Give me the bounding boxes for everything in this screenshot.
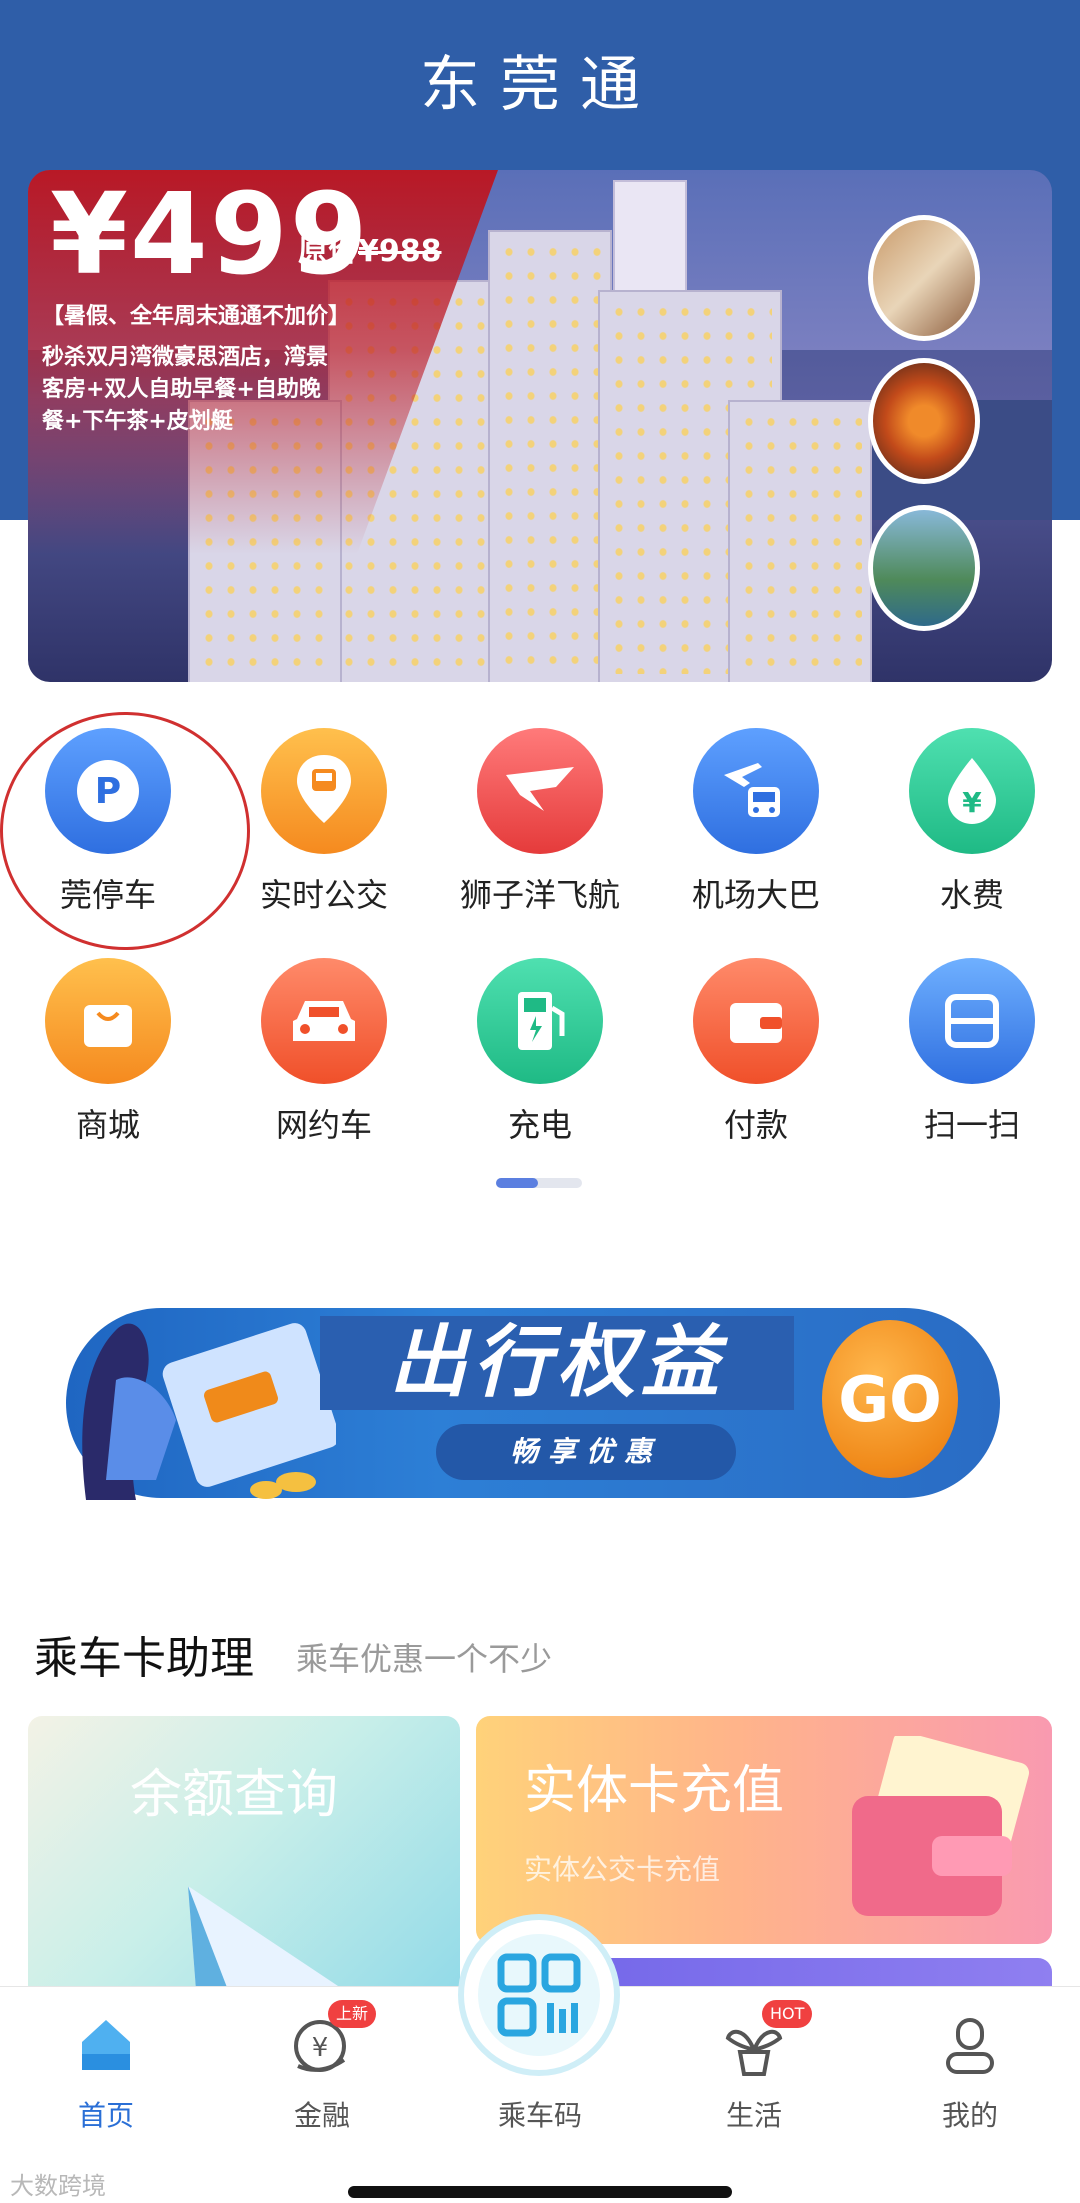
water-drop-yen-icon: ¥ xyxy=(909,728,1035,854)
grid-item-ride-hailing[interactable]: 网约车 xyxy=(216,958,432,1144)
card-subtitle: 实体公交卡充值 xyxy=(524,1853,721,1886)
hotel-tower-top xyxy=(613,180,687,304)
car-icon xyxy=(261,958,387,1084)
grid-label: 充电 xyxy=(507,1106,572,1144)
original-price-value: ¥988 xyxy=(358,234,442,269)
card-title: 余额查询 xyxy=(130,1765,339,1825)
nav-label: 首页 xyxy=(77,2099,134,2132)
nav-label: 乘车码 xyxy=(497,2099,582,2132)
charging-station-icon xyxy=(477,958,603,1084)
home-indicator xyxy=(348,2186,732,2198)
airport-bus-icon xyxy=(693,728,819,854)
travel-banner-subtitle: 畅享优惠 xyxy=(436,1424,736,1480)
promo-original-price: 原价¥988 xyxy=(298,226,442,270)
hotel-room-photo xyxy=(868,215,980,341)
svg-text:¥: ¥ xyxy=(312,2033,329,2063)
app-title: 东莞通 xyxy=(420,50,660,120)
svg-text:¥: ¥ xyxy=(962,786,982,819)
hotel-tower xyxy=(488,230,612,682)
shopping-bag-icon xyxy=(45,958,171,1084)
kayak-photo xyxy=(868,505,980,631)
watermark: 大数跨境 xyxy=(10,2172,106,2200)
ferry-logo-icon xyxy=(477,728,603,854)
promo-description: 秒杀双月湾微豪思酒店，湾景客房+双人自助早餐+自助晚餐+下午茶+皮划艇 xyxy=(42,345,329,434)
grid-label: 付款 xyxy=(723,1106,788,1144)
go-button[interactable]: GO xyxy=(822,1320,958,1478)
nav-item-ride-code[interactable]: 乘车码 xyxy=(470,2010,610,2132)
grid-label: 商城 xyxy=(75,1106,140,1144)
nav-label: 我的 xyxy=(941,2099,998,2132)
grid-item-payment[interactable]: 付款 xyxy=(648,958,864,1144)
travel-banner-title: 出行权益 xyxy=(320,1316,794,1410)
buffet-photo xyxy=(868,358,980,484)
grid-page-indicator xyxy=(496,1178,582,1188)
bus-location-icon xyxy=(261,728,387,854)
nav-label: 生活 xyxy=(725,2099,782,2132)
grid-item-airport-bus[interactable]: 机场大巴 xyxy=(648,728,864,914)
grid-item-charging[interactable]: 充电 xyxy=(432,958,648,1144)
section-subtitle: 乘车优惠一个不少 xyxy=(296,1640,553,1678)
section-title: 乘车卡助理 xyxy=(34,1633,254,1684)
nav-item-life[interactable]: HOT 生活 xyxy=(684,2000,824,2132)
grid-label: 网约车 xyxy=(275,1106,372,1144)
highlight-ring xyxy=(0,712,250,950)
home-icon xyxy=(82,2020,130,2070)
nav-label: 金融 xyxy=(293,2099,350,2132)
grid-item-water-bill[interactable]: ¥ 水费 xyxy=(864,728,1080,914)
grid-label: 水费 xyxy=(939,876,1004,914)
grid-label: 实时公交 xyxy=(259,876,388,914)
original-price-label: 原价 xyxy=(298,234,358,269)
travel-illustration xyxy=(82,1323,336,1500)
nav-item-home[interactable]: 首页 xyxy=(36,2010,176,2132)
hot-badge: HOT xyxy=(762,2000,813,2028)
card-wallet-illustration xyxy=(852,1736,1030,1916)
user-icon xyxy=(946,2018,994,2074)
grid-item-mall[interactable]: 商城 xyxy=(0,958,216,1144)
hero-banner[interactable]: ¥499 原价¥988 【暑假、全年周末通通不加价】 秒杀双月湾微豪思酒店，湾景… xyxy=(28,170,1052,682)
card-recharge-card[interactable]: 实体卡充值 实体公交卡充值 xyxy=(476,1716,1052,1944)
promo-tagline: 【暑假、全年周末通通不加价】 xyxy=(42,304,351,329)
new-badge: 上新 xyxy=(328,2000,377,2028)
page-indicator-active xyxy=(496,1178,538,1188)
wallet-icon xyxy=(693,958,819,1084)
grid-item-scan[interactable]: 扫一扫 xyxy=(864,958,1080,1144)
nav-item-mine[interactable]: 我的 xyxy=(900,2010,1040,2132)
balance-query-card[interactable]: 余额查询 xyxy=(28,1716,460,2016)
card-title: 实体卡充值 xyxy=(524,1761,785,1821)
grid-label: 机场大巴 xyxy=(691,876,820,914)
grid-label: 扫一扫 xyxy=(923,1106,1020,1144)
hotel-wing xyxy=(728,400,872,682)
grid-item-ferry[interactable]: 狮子洋飞航 xyxy=(432,728,648,914)
nav-item-finance[interactable]: ¥ 上新 金融 xyxy=(252,2000,392,2132)
grid-label: 狮子洋飞航 xyxy=(459,876,620,914)
scan-icon xyxy=(909,958,1035,1084)
